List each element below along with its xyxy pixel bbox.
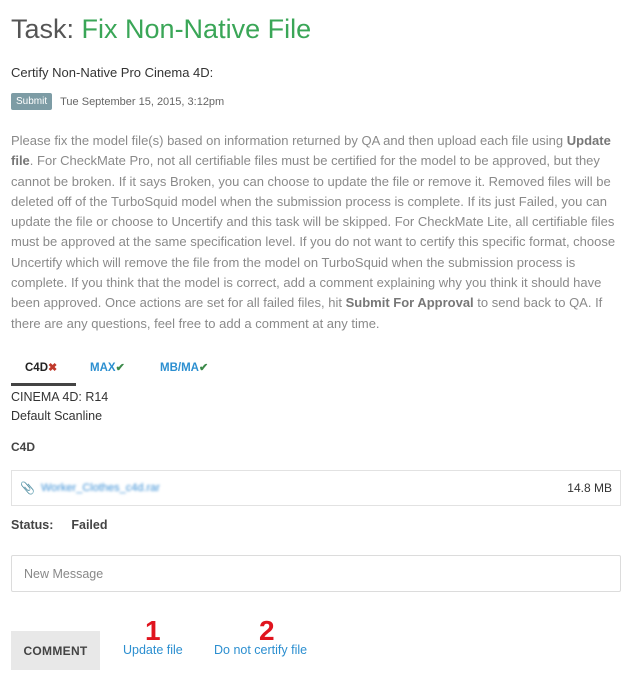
failed-x-icon: ✖: [48, 362, 58, 374]
tab-max[interactable]: MAX✔: [76, 355, 146, 386]
comment-button[interactable]: COMMENT: [11, 631, 100, 670]
check-icon: ✔: [115, 362, 125, 374]
tab-c4d-label: C4D: [25, 362, 49, 374]
instructions-bold-submit: Submit For Approval: [345, 295, 474, 311]
task-name: Fix Non-Native File: [81, 14, 312, 44]
tab-max-label: MAX: [90, 362, 116, 374]
page-title: Task: Fix Non-Native File: [11, 14, 311, 45]
file-size: 14.8 MB: [567, 481, 612, 495]
tab-c4d[interactable]: C4D✖: [11, 355, 76, 386]
instructions-part-2: . For CheckMate Pro, not all certifiable…: [11, 153, 616, 311]
status-row: Status: Failed: [11, 518, 108, 532]
tab-mb-ma[interactable]: MB/MA✔: [146, 355, 236, 386]
spec-version: CINEMA 4D: R14: [11, 390, 109, 404]
file-specs: CINEMA 4D: R14 Default Scanline: [11, 388, 108, 426]
instructions-part-1: Please fix the model file(s) based on in…: [11, 133, 567, 148]
paperclip-icon: 📎: [20, 481, 35, 495]
new-message-input[interactable]: [11, 555, 621, 592]
task-meta: Submit Tue September 15, 2015, 3:12pm: [11, 93, 224, 110]
submit-badge: Submit: [11, 93, 53, 110]
annotation-2: 2: [259, 615, 275, 646]
annotation-1: 1: [145, 615, 161, 646]
title-prefix: Task:: [11, 14, 75, 44]
status-label: Status:: [11, 518, 54, 532]
task-subtitle: Certify Non-Native Pro Cinema 4D:: [11, 65, 214, 80]
file-section-label: C4D: [11, 440, 36, 454]
format-tabs: C4D✖ MAX✔ MB/MA✔: [11, 355, 236, 386]
task-date: Tue September 15, 2015, 3:12pm: [60, 95, 225, 108]
file-row: 📎 Worker_Clothes_c4d.rar 14.8 MB: [11, 470, 621, 506]
file-download-link[interactable]: Worker_Clothes_c4d.rar: [41, 482, 160, 494]
status-value: Failed: [71, 518, 108, 532]
spec-renderer: Default Scanline: [11, 409, 103, 423]
check-icon: ✔: [198, 362, 209, 374]
instructions-text: Please fix the model file(s) based on in…: [11, 131, 623, 334]
tab-mb-ma-label: MB/MA: [160, 362, 199, 374]
